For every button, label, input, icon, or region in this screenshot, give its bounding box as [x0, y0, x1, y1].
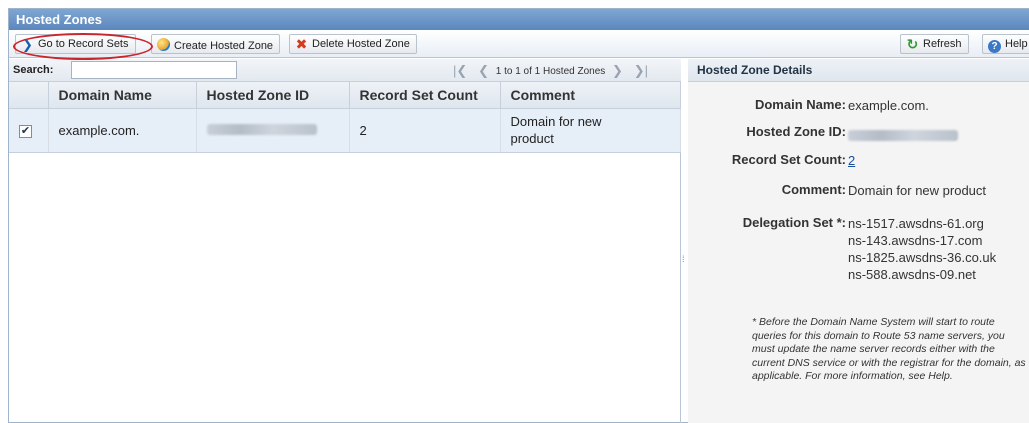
hosted-zone-id-cell — [196, 108, 350, 153]
delete-hosted-zone-button[interactable]: ✖ Delete Hosted Zone — [289, 34, 417, 54]
column-header-comment[interactable]: Comment — [500, 82, 681, 109]
help-label: Help — [1005, 38, 1028, 50]
delegation-set-label: Delegation Set *: — [742, 215, 846, 230]
name-server: ns-1825.awsdns-36.co.uk — [848, 250, 997, 265]
column-header-domain-name[interactable]: Domain Name — [48, 82, 197, 109]
name-server: ns-588.awsdns-09.net — [848, 267, 976, 282]
row-checkbox[interactable]: ✔ — [19, 125, 32, 138]
redacted-hosted-zone-id — [848, 130, 958, 141]
record-set-count-link[interactable]: 2 — [848, 153, 855, 168]
delete-hosted-zone-label: Delete Hosted Zone — [312, 38, 410, 50]
name-server: ns-1517.awsdns-61.org — [848, 216, 984, 231]
hosted-zone-id-value — [848, 128, 958, 145]
select-column-header — [9, 82, 49, 109]
first-page-icon[interactable]: |❮ — [453, 63, 467, 78]
table-row[interactable]: ✔ example.com. 2 Domain for new product — [9, 108, 681, 153]
redacted-hosted-zone-id — [206, 123, 317, 135]
name-server: ns-143.awsdns-17.com — [848, 233, 983, 248]
hosted-zones-list-pane: Search: |❮ ❮ 1 to 1 of 1 Hosted Zones ❯ … — [9, 59, 681, 423]
pager: |❮ ❮ 1 to 1 of 1 Hosted Zones ❯ ❯| — [449, 63, 652, 79]
create-hosted-zone-label: Create Hosted Zone — [174, 40, 274, 52]
row-select-cell: ✔ — [9, 108, 49, 153]
hosted-zone-details-pane: Hosted Zone Details Domain Name: example… — [688, 59, 1029, 423]
refresh-label: Refresh — [923, 38, 962, 50]
refresh-icon: ↻ — [906, 36, 919, 52]
pane-splitter-handle[interactable]: ⁞ — [682, 254, 685, 264]
pager-summary: 1 to 1 of 1 Hosted Zones — [495, 66, 606, 77]
create-hosted-zone-button[interactable]: Create Hosted Zone — [151, 34, 281, 54]
help-icon: ? — [988, 40, 1001, 53]
domain-name-label: Domain Name: — [754, 97, 846, 112]
comment-cell: Domain for new product — [500, 108, 681, 153]
delegation-note: * Before the Domain Name System will sta… — [752, 316, 1026, 382]
name-server-list: ns-1517.awsdns-61.org ns-143.awsdns-17.c… — [848, 215, 996, 283]
search-input[interactable] — [71, 61, 237, 79]
comment-label: Comment: — [781, 182, 846, 197]
red-x-icon: ✖ — [295, 36, 308, 52]
search-bar: Search: |❮ ❮ 1 to 1 of 1 Hosted Zones ❯ … — [9, 59, 681, 82]
domain-name-cell: example.com. — [48, 108, 197, 153]
comment-value: Domain for new product — [848, 183, 987, 198]
record-set-count-value: 2 — [848, 152, 855, 169]
record-set-count-cell: 2 — [349, 108, 501, 153]
hosted-zones-console: Hosted Zones ❯ Go to Record Sets Create H… — [8, 8, 1029, 423]
details-title: Hosted Zone Details — [688, 59, 1029, 82]
record-set-count-label: Record Set Count: — [731, 152, 846, 167]
table-header-row: Domain Name Hosted Zone ID Record Set Co… — [9, 82, 681, 109]
toolbar: ❯ Go to Record Sets Create Hosted Zone ✖ D… — [9, 30, 1029, 58]
column-header-record-set-count[interactable]: Record Set Count — [349, 82, 501, 109]
hosted-zones-table: Domain Name Hosted Zone ID Record Set Co… — [9, 82, 681, 153]
column-header-hosted-zone-id[interactable]: Hosted Zone ID — [196, 82, 350, 109]
globe-icon — [157, 38, 170, 51]
panel-title: Hosted Zones — [9, 9, 1029, 30]
domain-name-value: example.com. — [848, 98, 929, 113]
go-to-record-sets-button[interactable]: ❯ Go to Record Sets — [15, 34, 136, 54]
last-page-icon[interactable]: ❯| — [634, 63, 648, 78]
search-label: Search: — [13, 64, 54, 76]
next-page-icon[interactable]: ❯ — [612, 63, 623, 78]
previous-page-icon[interactable]: ❮ — [478, 63, 489, 78]
help-button[interactable]: ? Help — [982, 34, 1029, 54]
hosted-zone-id-label: Hosted Zone ID: — [746, 124, 846, 139]
go-to-record-sets-label: Go to Record Sets — [38, 38, 129, 50]
refresh-button[interactable]: ↻ Refresh — [900, 34, 969, 54]
chevron-right-icon: ❯ — [22, 37, 33, 52]
